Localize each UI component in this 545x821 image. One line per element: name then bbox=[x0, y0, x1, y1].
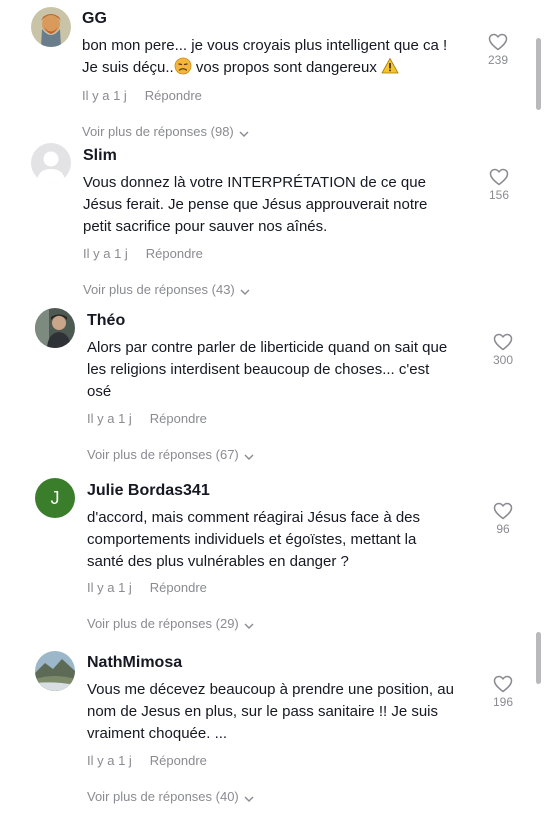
comment-text: Vous me décevez beaucoup à prendre une p… bbox=[87, 679, 482, 745]
warning-icon bbox=[381, 57, 399, 75]
comment-item: Slim Vous donnez là votre INTERPRÉTATION… bbox=[0, 140, 545, 305]
username[interactable]: Théo bbox=[87, 312, 125, 330]
like-count: 300 bbox=[492, 353, 514, 367]
heart-icon bbox=[493, 675, 513, 693]
avatar[interactable]: J bbox=[35, 478, 75, 518]
comment-line-part: vos propos sont dangereux bbox=[191, 59, 382, 76]
chevron-down-icon bbox=[244, 448, 254, 463]
chevron-down-icon bbox=[240, 283, 250, 298]
chevron-down-icon bbox=[244, 617, 254, 632]
comment-meta: Il y a 1 j Répondre bbox=[87, 753, 207, 768]
comment-line: Vous donnez là votre INTERPRÉTATION de c… bbox=[83, 174, 426, 191]
view-more-label: Voir plus de réponses (98) bbox=[82, 124, 234, 139]
view-more-replies[interactable]: Voir plus de réponses (29) bbox=[87, 616, 254, 632]
view-more-replies[interactable]: Voir plus de réponses (67) bbox=[87, 447, 254, 463]
comment-line: santé des plus vulnérables en danger ? bbox=[87, 553, 349, 570]
like-count: 239 bbox=[487, 53, 509, 67]
comment-text: bon mon pere... je vous croyais plus int… bbox=[82, 35, 482, 79]
avatar[interactable] bbox=[31, 7, 71, 47]
view-more-label: Voir plus de réponses (40) bbox=[87, 789, 239, 804]
reply-button[interactable]: Répondre bbox=[146, 246, 203, 261]
like-button[interactable]: 239 bbox=[483, 33, 513, 67]
reply-button[interactable]: Répondre bbox=[150, 411, 207, 426]
timestamp: Il y a 1 j bbox=[87, 753, 132, 768]
reply-button[interactable]: Répondre bbox=[150, 753, 207, 768]
comment-line: Alors par contre parler de liberticide q… bbox=[87, 339, 448, 356]
comment-meta: Il y a 1 j Répondre bbox=[87, 580, 207, 595]
heart-icon bbox=[493, 502, 513, 520]
comment-item: Théo Alors par contre parler de libertic… bbox=[0, 305, 545, 470]
heart-icon bbox=[488, 33, 508, 51]
comment-line: d'accord, mais comment réagirai Jésus fa… bbox=[87, 509, 421, 526]
like-count: 156 bbox=[488, 188, 510, 202]
comment-line: les religions interdisent beaucoup de ch… bbox=[87, 361, 430, 378]
username[interactable]: NathMimosa bbox=[87, 654, 182, 672]
comment-item: NathMimosa Vous me décevez beaucoup à pr… bbox=[0, 648, 545, 821]
scrollbar-thumb[interactable] bbox=[536, 632, 541, 684]
view-more-replies[interactable]: Voir plus de réponses (98) bbox=[82, 124, 249, 140]
timestamp: Il y a 1 j bbox=[87, 411, 132, 426]
username[interactable]: Slim bbox=[83, 147, 117, 165]
comment-line-part: Je suis déçu.. bbox=[82, 59, 174, 76]
heart-icon bbox=[493, 333, 513, 351]
comment-line: Je suis déçu.. vos propos sont dangereux bbox=[82, 57, 482, 79]
comment-line: comportements individuels et égoïstes, m… bbox=[87, 531, 417, 548]
avatar[interactable] bbox=[31, 143, 71, 183]
avatar-letter: J bbox=[50, 488, 60, 508]
view-more-replies[interactable]: Voir plus de réponses (43) bbox=[83, 282, 250, 298]
comment-text: d'accord, mais comment réagirai Jésus fa… bbox=[87, 507, 472, 573]
comment-line: Jésus ferait. Je pense que Jésus approuv… bbox=[83, 196, 428, 213]
timestamp: Il y a 1 j bbox=[82, 88, 127, 103]
view-more-label: Voir plus de réponses (67) bbox=[87, 447, 239, 462]
timestamp: Il y a 1 j bbox=[83, 246, 128, 261]
comment-text: Vous donnez là votre INTERPRÉTATION de c… bbox=[83, 172, 468, 238]
reply-button[interactable]: Répondre bbox=[145, 88, 202, 103]
like-button[interactable]: 156 bbox=[484, 168, 514, 202]
comment-line: petit sacrifice pour sauver nos aînés. bbox=[83, 218, 328, 235]
like-count: 196 bbox=[492, 695, 514, 709]
username[interactable]: Julie Bordas341 bbox=[87, 482, 210, 500]
scrollbar-thumb[interactable] bbox=[536, 38, 541, 110]
comment-line: vraiment choquée. ... bbox=[87, 725, 228, 742]
view-more-label: Voir plus de réponses (29) bbox=[87, 616, 239, 631]
view-more-label: Voir plus de réponses (43) bbox=[83, 282, 235, 297]
comment-meta: Il y a 1 j Répondre bbox=[87, 411, 207, 426]
view-more-replies[interactable]: Voir plus de réponses (40) bbox=[87, 789, 254, 805]
comment-text: Alors par contre parler de liberticide q… bbox=[87, 337, 482, 403]
comment-item: J Julie Bordas341 d'accord, mais comment… bbox=[0, 475, 545, 640]
avatar[interactable] bbox=[35, 651, 75, 691]
comment-line: Vous me décevez beaucoup à prendre une p… bbox=[87, 681, 454, 698]
username[interactable]: GG bbox=[82, 10, 107, 28]
chevron-down-icon bbox=[244, 790, 254, 805]
comment-line: osé bbox=[87, 383, 112, 400]
comment-meta: Il y a 1 j Répondre bbox=[82, 88, 202, 103]
chevron-down-icon bbox=[239, 125, 249, 140]
timestamp: Il y a 1 j bbox=[87, 580, 132, 595]
heart-icon bbox=[489, 168, 509, 186]
like-button[interactable]: 196 bbox=[488, 675, 518, 709]
like-button[interactable]: 96 bbox=[488, 502, 518, 536]
like-count: 96 bbox=[496, 522, 510, 536]
comment-line: nom de Jesus en plus, sur le pass sanita… bbox=[87, 703, 439, 720]
comment-meta: Il y a 1 j Répondre bbox=[83, 246, 203, 261]
disappointed-face-icon bbox=[174, 57, 192, 75]
like-button[interactable]: 300 bbox=[488, 333, 518, 367]
comment-line: bon mon pere... je vous croyais plus int… bbox=[82, 37, 448, 54]
comment-item: GG bon mon pere... je vous croyais plus … bbox=[0, 0, 545, 140]
reply-button[interactable]: Répondre bbox=[150, 580, 207, 595]
avatar[interactable] bbox=[35, 308, 75, 348]
